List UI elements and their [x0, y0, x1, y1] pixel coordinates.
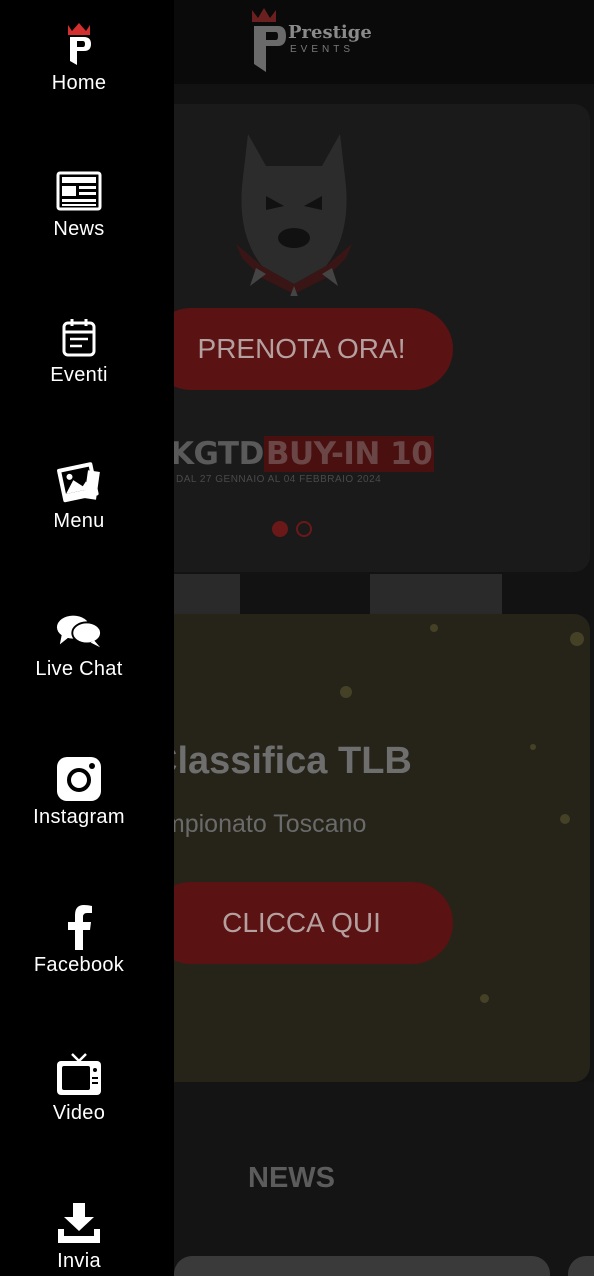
- newspaper-icon: [56, 168, 102, 214]
- ranking-card[interactable]: [130, 614, 590, 1082]
- photo-icon: [56, 460, 102, 506]
- nav-item-menu[interactable]: Menu: [0, 460, 158, 533]
- news-card[interactable]: [174, 1256, 550, 1276]
- promo-prefix: KGTD: [170, 436, 264, 472]
- carousel-dot-2[interactable]: [296, 521, 312, 537]
- divider-stripe: [174, 574, 240, 614]
- calendar-icon: [56, 314, 102, 360]
- nav-item-eventi[interactable]: Eventi: [0, 314, 158, 387]
- promo-dates: DAL 27 GENNAIO AL 04 FEBBRAIO 2024: [176, 474, 382, 485]
- promo-title: KGTDBUY-IN 10: [170, 436, 435, 472]
- prestige-logo-icon: [56, 22, 102, 68]
- facebook-icon: [56, 904, 102, 950]
- navigation-drawer: Home News Eventi Menu Live Chat Instagra…: [0, 0, 174, 1276]
- nav-label-news: News: [53, 218, 105, 240]
- nav-item-news[interactable]: News: [0, 168, 158, 241]
- carousel-dot-1[interactable]: [272, 521, 288, 537]
- nav-label-video: Video: [52, 1102, 106, 1124]
- divider-stripe: [370, 574, 502, 614]
- nav-item-home[interactable]: Home: [0, 22, 158, 95]
- brand-sub: EVENTS: [290, 44, 355, 55]
- nav-item-instagram[interactable]: Instagram: [0, 756, 158, 829]
- nav-label-invia: Invia: [57, 1250, 101, 1272]
- nav-label-menu: Menu: [53, 510, 105, 532]
- nav-label-facebook: Facebook: [33, 954, 125, 976]
- nav-item-facebook[interactable]: Facebook: [0, 904, 158, 977]
- nav-label-home: Home: [51, 72, 107, 94]
- nav-label-instagram: Instagram: [33, 806, 125, 828]
- tv-icon: [56, 1052, 102, 1098]
- nav-item-video[interactable]: Video: [0, 1052, 158, 1125]
- pitbull-logo: [236, 134, 352, 296]
- brand-name: Prestige: [288, 22, 372, 43]
- nav-item-invia[interactable]: Invia: [0, 1200, 158, 1273]
- nav-label-eventi: Eventi: [50, 364, 108, 386]
- instagram-icon: [56, 756, 102, 802]
- download-icon: [56, 1200, 102, 1246]
- carousel-indicators: [272, 521, 312, 537]
- click-here-button[interactable]: CLICCA QUI: [150, 882, 453, 964]
- promo-highlight: BUY-IN 10: [263, 436, 435, 472]
- book-now-button[interactable]: PRENOTA ORA!: [150, 308, 453, 390]
- ranking-subtitle: ampionato Toscano: [150, 810, 367, 838]
- nav-label-live-chat: Live Chat: [35, 658, 123, 680]
- news-heading: NEWS: [248, 1162, 335, 1194]
- nav-item-live-chat[interactable]: Live Chat: [0, 608, 158, 681]
- ranking-title: Classifica TLB: [150, 740, 412, 782]
- chat-bubbles-icon: [56, 608, 102, 654]
